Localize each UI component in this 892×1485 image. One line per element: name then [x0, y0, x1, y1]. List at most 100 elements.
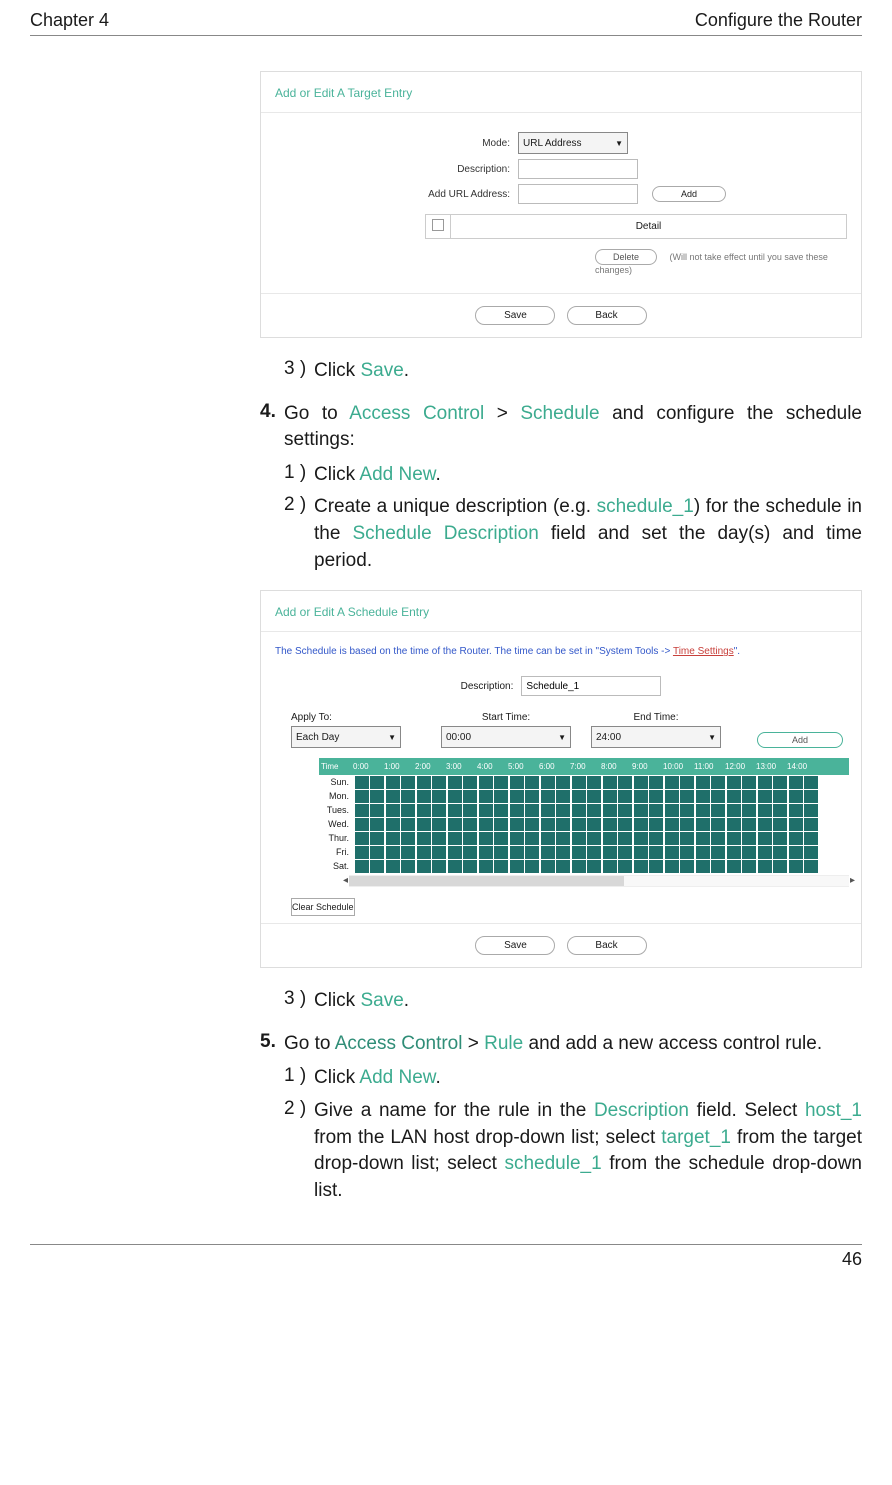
- schedule-cell[interactable]: [804, 776, 818, 789]
- schedule-cell[interactable]: [804, 860, 818, 873]
- schedule-cell[interactable]: [742, 832, 756, 845]
- schedule-cell[interactable]: [525, 818, 539, 831]
- schedule-cell[interactable]: [665, 860, 679, 873]
- schedule-cell[interactable]: [541, 860, 555, 873]
- schedule-cell[interactable]: [773, 776, 787, 789]
- schedule-cell[interactable]: [618, 776, 632, 789]
- schedule-cell[interactable]: [587, 818, 601, 831]
- schedule-cell[interactable]: [773, 804, 787, 817]
- schedule-cell[interactable]: [541, 776, 555, 789]
- schedule-cell[interactable]: [556, 860, 570, 873]
- schedule-cell[interactable]: [773, 832, 787, 845]
- schedule-cell[interactable]: [510, 776, 524, 789]
- schedule-cell[interactable]: [618, 804, 632, 817]
- schedule-cell[interactable]: [556, 832, 570, 845]
- schedule-cell[interactable]: [804, 832, 818, 845]
- schedule-cell[interactable]: [355, 818, 369, 831]
- schedule-cell[interactable]: [510, 790, 524, 803]
- schedule-cell[interactable]: [432, 818, 446, 831]
- schedule-cell[interactable]: [494, 790, 508, 803]
- schedule-cell[interactable]: [494, 832, 508, 845]
- schedule-cell[interactable]: [417, 860, 431, 873]
- schedule-cell[interactable]: [510, 860, 524, 873]
- schedule-cell[interactable]: [696, 804, 710, 817]
- schedule-cell[interactable]: [711, 832, 725, 845]
- scroll-left-icon[interactable]: ◂: [343, 875, 348, 886]
- schedule-cell[interactable]: [804, 818, 818, 831]
- schedule-cell[interactable]: [463, 776, 477, 789]
- schedule-cell[interactable]: [510, 846, 524, 859]
- start-time-select[interactable]: 00:00▼: [441, 726, 571, 748]
- schedule-cell[interactable]: [696, 818, 710, 831]
- schedule-cell[interactable]: [479, 804, 493, 817]
- schedule-cell[interactable]: [432, 790, 446, 803]
- schedule-cell[interactable]: [572, 790, 586, 803]
- schedule-cell[interactable]: [804, 790, 818, 803]
- schedule-cell[interactable]: [634, 776, 648, 789]
- schedule-cell[interactable]: [510, 818, 524, 831]
- schedule-cell[interactable]: [773, 790, 787, 803]
- schedule-cell[interactable]: [665, 776, 679, 789]
- description-input[interactable]: [518, 159, 638, 179]
- schedule-cell[interactable]: [479, 790, 493, 803]
- schedule-cell[interactable]: [370, 846, 384, 859]
- schedule-cell[interactable]: [618, 832, 632, 845]
- schedule-cell[interactable]: [417, 804, 431, 817]
- schedule-cell[interactable]: [618, 860, 632, 873]
- schedule-cell[interactable]: [401, 818, 415, 831]
- schedule-cell[interactable]: [479, 846, 493, 859]
- schedule-cell[interactable]: [448, 790, 462, 803]
- add-url-input[interactable]: [518, 184, 638, 204]
- schedule-cell[interactable]: [463, 846, 477, 859]
- schedule-cell[interactable]: [556, 776, 570, 789]
- schedule-cell[interactable]: [603, 818, 617, 831]
- schedule-cell[interactable]: [355, 846, 369, 859]
- schedule-cell[interactable]: [525, 846, 539, 859]
- schedule-cell[interactable]: [572, 776, 586, 789]
- schedule-cell[interactable]: [463, 860, 477, 873]
- schedule-cell[interactable]: [758, 776, 772, 789]
- schedule-cell[interactable]: [758, 860, 772, 873]
- schedule-cell[interactable]: [355, 832, 369, 845]
- schedule-cell[interactable]: [634, 860, 648, 873]
- schedule-cell[interactable]: [665, 790, 679, 803]
- schedule-cell[interactable]: [417, 818, 431, 831]
- schedule-cell[interactable]: [696, 776, 710, 789]
- schedule-cell[interactable]: [758, 818, 772, 831]
- schedule-cell[interactable]: [789, 832, 803, 845]
- schedule-cell[interactable]: [448, 776, 462, 789]
- schedule-cell[interactable]: [355, 804, 369, 817]
- schedule-cell[interactable]: [634, 832, 648, 845]
- scroll-right-icon[interactable]: ▸: [850, 875, 855, 886]
- schedule-cell[interactable]: [417, 776, 431, 789]
- schedule-cell[interactable]: [448, 832, 462, 845]
- schedule-cell[interactable]: [386, 804, 400, 817]
- schedule-cell[interactable]: [494, 804, 508, 817]
- schedule-cell[interactable]: [494, 846, 508, 859]
- schedule-cell[interactable]: [525, 860, 539, 873]
- schedule-cell[interactable]: [572, 860, 586, 873]
- schedule-cell[interactable]: [417, 832, 431, 845]
- schedule-cell[interactable]: [696, 790, 710, 803]
- schedule-cell[interactable]: [370, 818, 384, 831]
- schedule-cell[interactable]: [587, 804, 601, 817]
- schedule-cell[interactable]: [665, 818, 679, 831]
- grid-scrollbar[interactable]: ◂ ▸: [349, 875, 849, 887]
- schedule-cell[interactable]: [463, 804, 477, 817]
- schedule-cell[interactable]: [603, 832, 617, 845]
- schedule-cell[interactable]: [680, 818, 694, 831]
- schedule-add-button[interactable]: Add: [757, 732, 843, 748]
- schedule-cell[interactable]: [665, 804, 679, 817]
- schedule-cell[interactable]: [370, 860, 384, 873]
- schedule-cell[interactable]: [463, 832, 477, 845]
- schedule-cell[interactable]: [773, 860, 787, 873]
- schedule-cell[interactable]: [479, 818, 493, 831]
- schedule-cell[interactable]: [432, 832, 446, 845]
- schedule-cell[interactable]: [479, 860, 493, 873]
- schedule-cell[interactable]: [494, 818, 508, 831]
- schedule-cell[interactable]: [696, 846, 710, 859]
- schedule-cell[interactable]: [680, 776, 694, 789]
- schedule-cell[interactable]: [634, 846, 648, 859]
- add-url-button[interactable]: Add: [652, 186, 726, 202]
- schedule-cell[interactable]: [649, 790, 663, 803]
